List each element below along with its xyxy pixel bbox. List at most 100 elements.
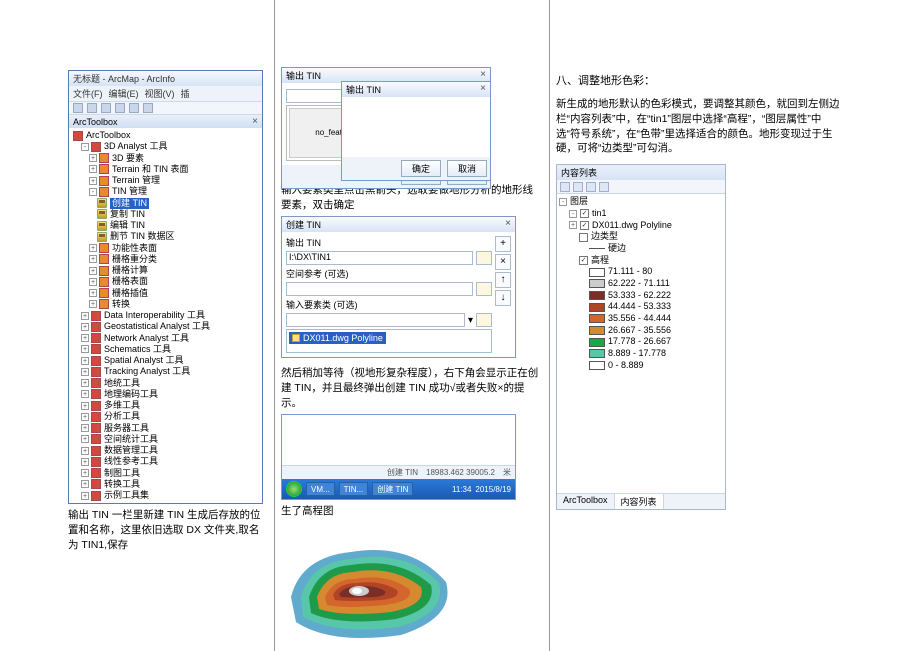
browse-button[interactable] [476,313,492,327]
layer-checkbox[interactable]: ✓ [579,256,588,265]
expand-icon[interactable]: + [81,334,89,342]
tree-node[interactable]: 数据管理工具 [104,445,158,456]
toolbar-icon[interactable] [143,103,153,113]
tree-node[interactable]: 地统工具 [104,378,140,389]
remove-button[interactable]: × [495,254,511,270]
move-down-button[interactable]: ↓ [495,290,511,306]
expand-icon[interactable]: + [81,402,89,410]
expand-icon[interactable]: - [89,188,97,196]
tree-tool[interactable]: 复制 TIN [110,209,145,220]
expand-icon[interactable]: - [81,143,89,151]
tree-node[interactable]: Network Analyst 工具 [104,333,189,344]
tree-node[interactable]: 分析工具 [104,411,140,422]
close-icon[interactable]: × [505,218,511,231]
expand-icon[interactable]: + [89,154,97,162]
tree-node[interactable]: 栅格重分类 [112,254,157,265]
tree-node[interactable]: 3D 要素 [112,153,144,164]
move-up-button[interactable]: ↑ [495,272,511,288]
expand-icon[interactable]: - [569,210,577,218]
expand-icon[interactable]: + [89,177,97,185]
toolbar-icon[interactable] [115,103,125,113]
tree-node[interactable]: 地理编码工具 [104,389,158,400]
tree-node[interactable]: Schematics 工具 [104,344,171,355]
tree-node[interactable]: 栅格计算 [112,265,148,276]
toc-edge-type[interactable]: 边类型 [591,231,618,243]
expand-icon[interactable]: + [81,345,89,353]
expand-icon[interactable]: + [81,323,89,331]
expand-icon[interactable]: + [81,447,89,455]
toc-elevation[interactable]: 高程 [591,255,609,267]
expand-icon[interactable]: + [81,435,89,443]
expand-icon[interactable]: + [89,278,97,286]
menu-insert[interactable]: 插 [181,87,190,100]
menu-view[interactable]: 视图(V) [145,87,175,100]
expand-icon[interactable]: + [81,379,89,387]
tree-node[interactable]: TIN 管理 [112,186,147,197]
tree-node[interactable]: Terrain 管理 [112,175,160,186]
tree-node[interactable]: 制图工具 [104,468,140,479]
tree-tool[interactable]: 编辑 TIN [110,220,145,231]
toc-toolbar-icon[interactable] [560,182,570,192]
ok-button[interactable]: 确定 [401,160,441,177]
menu-file[interactable]: 文件(F) [73,87,103,100]
expand-icon[interactable]: + [89,165,97,173]
layer-checkbox[interactable]: ✓ [580,209,589,218]
browse-button[interactable] [476,251,492,265]
dropdown-arrow-icon[interactable]: ▾ [468,315,473,326]
toc-layer-tin1[interactable]: tin1 [592,208,607,220]
tree-node[interactable]: 3D Analyst 工具 [104,141,168,152]
tree-node[interactable]: 功能性表面 [112,243,157,254]
tree-node[interactable]: Spatial Analyst 工具 [104,355,184,366]
toolbar-icon[interactable] [87,103,97,113]
toc-toolbar-icon[interactable] [573,182,583,192]
tab-arctoolbox[interactable]: ArcToolbox [557,494,615,509]
tree-node[interactable]: 栅格表面 [112,276,148,287]
tree-node[interactable]: Data Interoperability 工具 [104,310,205,321]
expand-icon[interactable]: + [89,267,97,275]
expand-icon[interactable]: + [89,255,97,263]
tree-tool[interactable]: 删节 TIN 数据区 [110,231,175,242]
taskbar-item[interactable]: 创建 TIN [372,482,413,496]
expand-icon[interactable]: + [81,357,89,365]
tree-node[interactable]: 空间统计工具 [104,434,158,445]
tree-node[interactable]: 服务器工具 [104,423,149,434]
add-button[interactable]: + [495,236,511,252]
expand-icon[interactable]: + [569,221,577,229]
layer-checkbox[interactable] [579,233,588,242]
toolbar-icon[interactable] [129,103,139,113]
expand-icon[interactable]: + [81,390,89,398]
expand-icon[interactable]: + [81,480,89,488]
expand-icon[interactable]: + [81,312,89,320]
start-button-icon[interactable] [286,481,302,497]
tree-node[interactable]: 转换 [112,299,130,310]
close-icon[interactable]: × [252,116,258,127]
selected-layer[interactable]: DX011.dwg Polyline [289,332,386,344]
feature-dropdown[interactable] [286,313,465,327]
browse-button[interactable] [476,282,492,296]
tree-tool-selected[interactable]: 创建 TIN [110,198,149,209]
expand-icon[interactable]: + [81,368,89,376]
toc-toolbar-icon[interactable] [586,182,596,192]
expand-icon[interactable]: + [89,244,97,252]
tree-node[interactable]: 栅格插值 [112,288,148,299]
tree-node[interactable]: 线性参考工具 [104,456,158,467]
expand-icon[interactable]: + [89,289,97,297]
expand-icon[interactable]: + [81,424,89,432]
tree-node[interactable]: 多维工具 [104,400,140,411]
taskbar-item[interactable]: TIN... [339,482,369,496]
expand-icon[interactable]: + [81,458,89,466]
toc-layer-polyline[interactable]: DX011.dwg Polyline [592,220,672,232]
tree-node[interactable]: 转换工具 [104,479,140,490]
toolbar-icon[interactable] [101,103,111,113]
tab-toc[interactable]: 内容列表 [615,494,664,509]
menu-edit[interactable]: 编辑(E) [109,87,139,100]
crs-input[interactable] [286,282,473,296]
expand-icon[interactable]: + [89,300,97,308]
expand-icon[interactable]: - [559,198,567,206]
toc-toolbar-icon[interactable] [599,182,609,192]
tree-node[interactable]: Terrain 和 TIN 表面 [112,164,189,175]
taskbar-item[interactable]: VM... [306,482,335,496]
cancel-button[interactable]: 取消 [447,160,487,177]
tree-node[interactable]: Geostatistical Analyst 工具 [104,321,210,332]
toolbar-icon[interactable] [73,103,83,113]
